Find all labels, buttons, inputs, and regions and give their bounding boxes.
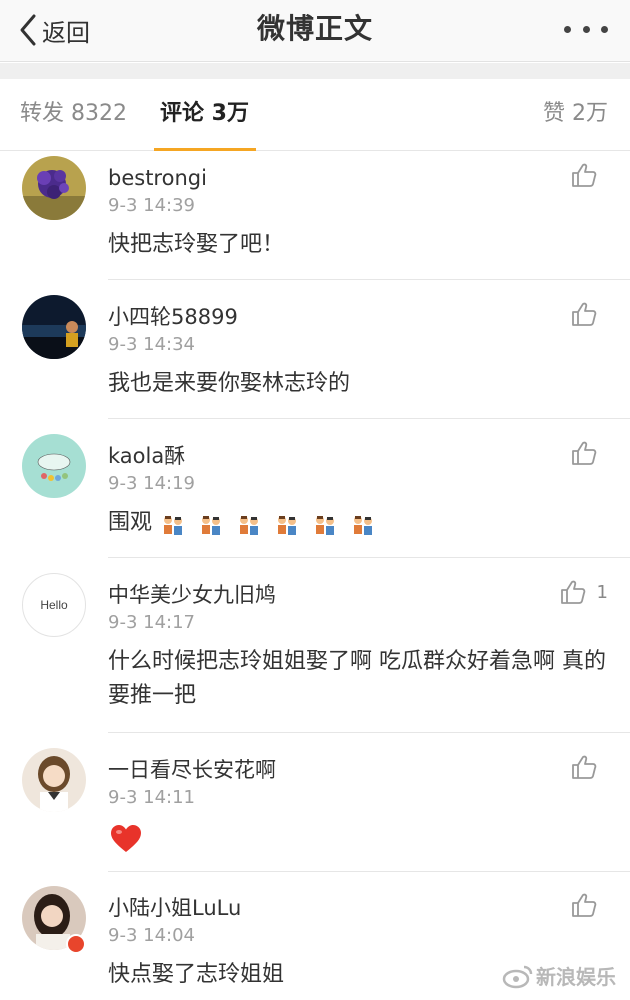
comment-time: 9-3 14:39 [108,195,195,216]
thumbs-up-icon [560,580,585,604]
avatar[interactable] [22,295,86,359]
comment-time: 9-3 14:11 [108,787,195,808]
crowd-emoji-icon [278,516,296,535]
crowd-emoji-icon [354,516,372,535]
comment-item: 一日看尽长安花啊 9-3 14:11 [0,744,630,872]
avatar[interactable]: Hello [22,573,86,637]
crowd-emoji-icon [316,516,334,535]
sina-watermark: 新浪娱乐 [502,961,616,990]
like-button[interactable] [570,890,608,920]
comment-text: 什么时候把志玲姐姐娶了啊 吃瓜群众好着急啊 真的要推一把 [108,649,606,708]
like-button[interactable] [570,160,608,190]
like-count: 1 [596,581,608,603]
active-tab-indicator [154,148,256,151]
comment-item: bestrongi 9-3 14:39 快把志玲娶了吧！ [0,152,630,280]
sina-logo-icon [502,965,533,988]
like-button[interactable] [570,299,608,329]
comment-username[interactable]: 小四轮58899 [108,303,238,331]
comment-text: 快把志玲娶了吧！ [108,232,285,257]
comment-time: 9-3 14:04 [108,925,195,946]
comment-item: 小四轮58899 9-3 14:34 我也是来要你娶林志玲的 [0,291,630,419]
comment-item: kaola酥 9-3 14:19 围观 [0,430,630,558]
thumbs-up-icon [572,163,597,187]
comment-item: Hello 中华美少女九旧鸠 9-3 14:17 什么时候把志玲姐姐娶了啊 吃瓜… [0,569,630,733]
comment-username[interactable]: 一日看尽长安花啊 [108,756,276,784]
watermark-text: 新浪娱乐 [536,965,616,989]
thumbs-up-icon [572,755,597,779]
tab-repost[interactable]: 转发 8322 [20,99,127,129]
avatar[interactable] [22,748,86,812]
emoji-row [160,512,376,538]
page-title: 微博正文 [256,12,373,45]
section-gap [0,63,630,79]
navigation-bar: 返回 微博正文 [0,0,630,62]
heart-icon [111,825,141,852]
avatar[interactable] [22,434,86,498]
comment-text: 我也是来要你娶林志玲的 [108,371,351,396]
like-button[interactable]: 1 [559,577,608,607]
comment-username[interactable]: 小陆小姐LuLu [108,894,241,922]
thumbs-up-icon [572,893,597,917]
comment-time: 9-3 14:34 [108,334,195,355]
divider [108,418,630,419]
divider [108,871,630,872]
comment-username[interactable]: 中华美少女九旧鸠 [108,581,276,609]
thumbs-up-icon [572,302,597,326]
avatar[interactable] [22,156,86,220]
more-options-button[interactable] [564,16,608,42]
comment-time: 9-3 14:17 [108,612,195,633]
divider [108,279,630,280]
like-button[interactable] [570,752,608,782]
crowd-emoji-icon [240,516,258,535]
crowd-emoji-icon [164,516,182,535]
crowd-emoji-icon [202,516,220,535]
tab-bar: 转发 8322 评论 3万 赞 2万 [0,79,630,151]
tab-comment[interactable]: 评论 3万 [160,99,249,129]
thumbs-up-icon [572,441,597,465]
verified-badge-icon [66,934,86,954]
like-button[interactable] [570,438,608,468]
comment-username[interactable]: bestrongi [108,164,207,192]
tab-like[interactable]: 赞 2万 [543,99,608,129]
divider [108,732,630,733]
avatar-text: Hello [40,598,68,612]
divider [108,557,630,558]
more-dots-icon [564,25,571,33]
comment-time: 9-3 14:19 [108,473,195,494]
comment-username[interactable]: kaola酥 [108,442,185,470]
